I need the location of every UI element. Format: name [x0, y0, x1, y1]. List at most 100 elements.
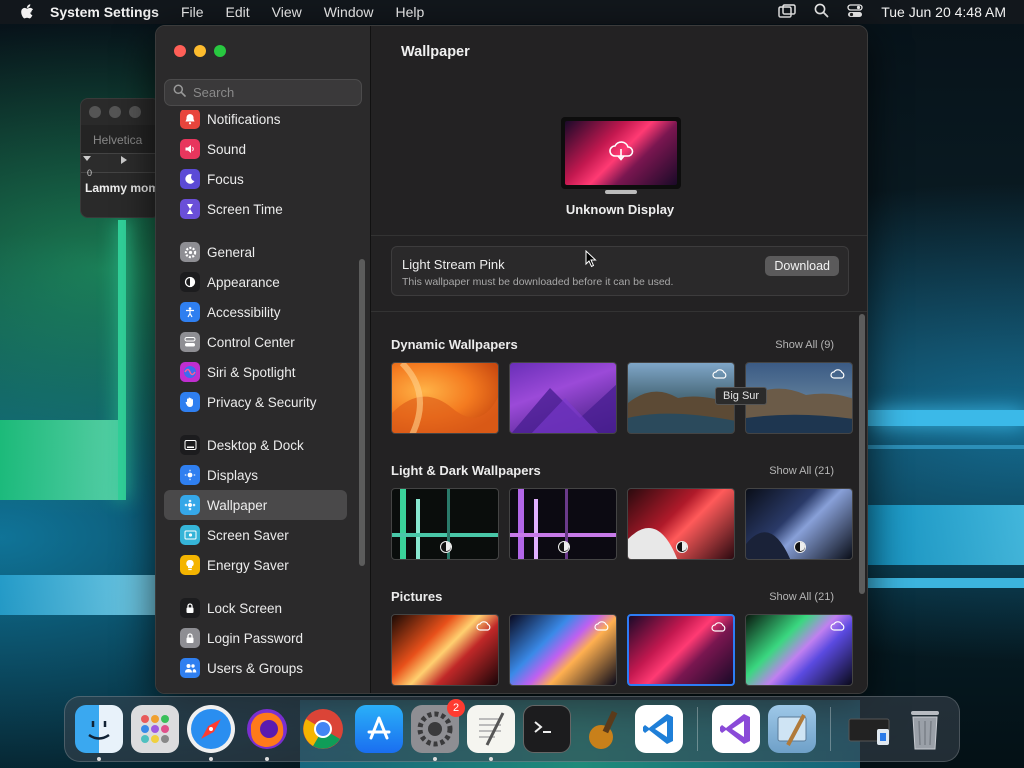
wallpaper-thumbnail[interactable] — [391, 362, 499, 434]
sidebar-item-energy-saver[interactable]: Energy Saver — [164, 550, 347, 580]
menu-file[interactable]: File — [181, 4, 204, 20]
page-title: Wallpaper — [401, 44, 470, 60]
sidebar-item-accessibility[interactable]: Accessibility — [164, 297, 347, 327]
search-input[interactable] — [193, 85, 353, 100]
light-dark-mode-icon — [440, 541, 452, 553]
sidebar-item-screen-time[interactable]: Screen Time — [164, 194, 347, 224]
sidebar-item-general[interactable]: General — [164, 237, 347, 267]
dock-screenshot[interactable] — [845, 705, 893, 753]
font-panel-traffic-lights[interactable] — [81, 99, 159, 125]
control-center-icon[interactable] — [847, 3, 863, 21]
dock-visual-studio-code[interactable] — [635, 705, 683, 753]
wallpaper-thumbnail[interactable] — [627, 488, 735, 560]
dock-textedit[interactable] — [467, 705, 515, 761]
dock-terminal[interactable] — [523, 705, 571, 753]
sidebar-list: Notifications Sound Focus Screen Time Genera… — [156, 110, 371, 693]
notification-badge: 2 — [447, 699, 465, 717]
dock-visual-studio[interactable] — [712, 705, 760, 753]
wallpaper-thumbnail[interactable] — [391, 488, 499, 560]
sidebar-item-login-password[interactable]: Login Password — [164, 623, 347, 653]
dock-firefox[interactable] — [243, 705, 291, 761]
dock-launchpad[interactable] — [131, 705, 179, 753]
wallpaper-thumbnail[interactable] — [509, 488, 617, 560]
icloud-download-icon — [711, 621, 727, 633]
font-panel-font-name: Helvetica — [81, 125, 159, 153]
control-center-icon — [180, 332, 200, 352]
displays-icon — [180, 465, 200, 485]
section-title-dynamic: Dynamic Wallpapers — [391, 337, 518, 352]
display-thumbnail[interactable] — [561, 117, 681, 194]
download-notice: Light Stream Pink This wallpaper must be… — [391, 246, 849, 296]
accessibility-icon — [180, 302, 200, 322]
sidebar-item-sound[interactable]: Sound — [164, 134, 347, 164]
font-panel-ruler: 0 — [81, 153, 159, 178]
menu-clock[interactable]: Tue Jun 20 4:48 AM — [881, 4, 1006, 20]
wallpaper-thumbnail[interactable] — [745, 488, 853, 560]
light-dark-mode-icon — [794, 541, 806, 553]
dock-system-settings[interactable]: 2 — [411, 699, 465, 761]
sidebar-item-desktop-and-dock[interactable]: Desktop & Dock — [164, 430, 347, 460]
show-all-dynamic[interactable]: Show All (9) — [775, 339, 834, 351]
sidebar-item-notifications[interactable]: Notifications — [164, 110, 347, 134]
light-dark-mode-icon — [558, 541, 570, 553]
mouse-cursor-icon — [585, 249, 597, 273]
sidebar-item-control-center[interactable]: Control Center — [164, 327, 347, 357]
wallpaper-thumbnail[interactable] — [509, 362, 617, 434]
sidebar-search[interactable] — [164, 79, 362, 106]
dock-chrome[interactable] — [299, 705, 347, 753]
display-preview: Unknown Display — [371, 81, 867, 236]
wallpaper-thumbnail[interactable] — [745, 614, 853, 686]
dock-trash[interactable] — [901, 705, 949, 753]
sidebar-item-privacy-and-security[interactable]: Privacy & Security — [164, 387, 347, 417]
pictures-row — [391, 614, 853, 686]
dynamic-wallpapers-row — [391, 362, 853, 434]
section-title-pictures: Pictures — [391, 589, 443, 604]
window-controls — [174, 45, 226, 57]
show-all-pictures[interactable]: Show All (21) — [769, 591, 834, 603]
sidebar-item-label: Control Center — [207, 334, 295, 350]
sidebar-scrollbar[interactable] — [359, 259, 365, 566]
dock-finder[interactable] — [75, 705, 123, 761]
sidebar-item-label: Notifications — [207, 111, 281, 127]
dock-instruments[interactable] — [579, 705, 627, 753]
sidebar-item-appearance[interactable]: Appearance — [164, 267, 347, 297]
menu-edit[interactable]: Edit — [226, 4, 250, 20]
sidebar-item-users-and-groups[interactable]: Users & Groups — [164, 653, 347, 683]
sidebar-item-screen-saver[interactable]: Screen Saver — [164, 520, 347, 550]
screen-mirroring-icon[interactable] — [778, 3, 796, 21]
apple-menu-icon[interactable] — [20, 4, 36, 20]
gallery-scrollbar[interactable] — [859, 314, 865, 594]
wallpaper-thumbnail-selected[interactable] — [627, 614, 735, 686]
sidebar-item-label: Siri & Spotlight — [207, 364, 296, 380]
hand-icon — [180, 392, 200, 412]
sidebar-item-wallpaper[interactable]: Wallpaper — [164, 490, 347, 520]
wallpaper-thumbnail[interactable] — [391, 614, 499, 686]
sidebar-item-focus[interactable]: Focus — [164, 164, 347, 194]
sidebar-item-label: Lock Screen — [207, 600, 283, 616]
screen-saver-icon — [180, 525, 200, 545]
sidebar-item-lock-screen[interactable]: Lock Screen — [164, 593, 347, 623]
icloud-download-icon — [476, 620, 492, 632]
moon-icon — [180, 169, 200, 189]
sidebar-item-siri-and-spotlight[interactable]: Siri & Spotlight — [164, 357, 347, 387]
zoom-button[interactable] — [214, 45, 226, 57]
show-all-light-dark[interactable]: Show All (21) — [769, 465, 834, 477]
wallpaper-thumbnail[interactable] — [509, 614, 617, 686]
dock-safari[interactable] — [187, 705, 235, 761]
minimize-button[interactable] — [194, 45, 206, 57]
sidebar-item-label: Sound — [207, 141, 247, 157]
menu-app-name[interactable]: System Settings — [50, 4, 159, 20]
menu-view[interactable]: View — [272, 4, 302, 20]
dock-app-store[interactable] — [355, 705, 403, 753]
dock: 2 — [64, 696, 960, 762]
menu-help[interactable]: Help — [396, 4, 425, 20]
sidebar-item-label: Privacy & Security — [207, 394, 317, 410]
close-button[interactable] — [174, 45, 186, 57]
search-icon[interactable] — [814, 3, 829, 21]
menu-window[interactable]: Window — [324, 4, 374, 20]
download-button[interactable]: Download — [765, 256, 839, 276]
dock-preview[interactable] — [768, 705, 816, 753]
sidebar-item-label: Screen Time — [207, 201, 283, 217]
sidebar-item-displays[interactable]: Displays — [164, 460, 347, 490]
sidebar-item-label: Accessibility — [207, 304, 281, 320]
